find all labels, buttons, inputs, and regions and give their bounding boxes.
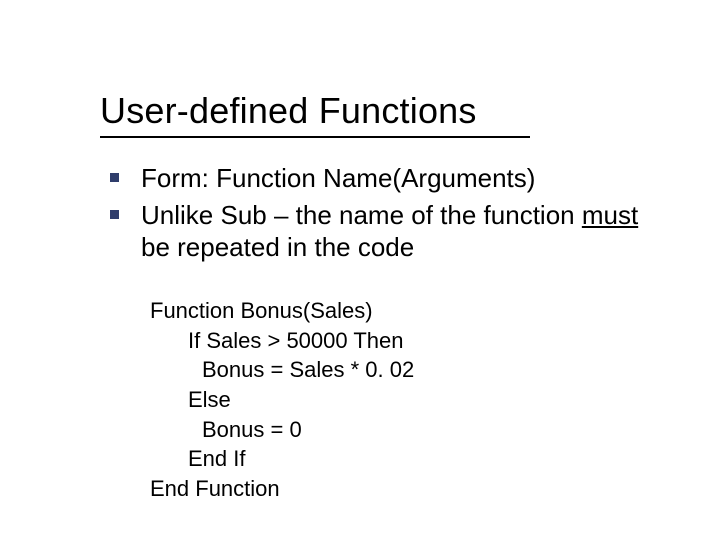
list-item: Unlike Sub – the name of the function mu… [110, 199, 640, 264]
code-line: Else [150, 385, 414, 415]
code-line: Bonus = Sales * 0. 02 [150, 355, 414, 385]
slide-title: User-defined Functions [100, 90, 477, 132]
bullet-text: Form: Function Name(Arguments) [141, 162, 535, 195]
bullet-list: Form: Function Name(Arguments) Unlike Su… [110, 162, 640, 268]
code-line: If Sales > 50000 Then [150, 326, 414, 356]
square-bullet-icon [110, 173, 119, 182]
code-line: End Function [150, 474, 414, 504]
code-line: End If [150, 444, 414, 474]
code-example: Function Bonus(Sales) If Sales > 50000 T… [150, 296, 414, 504]
bullet-text-prefix: Unlike Sub – the name of the function [141, 200, 582, 230]
square-bullet-icon [110, 210, 119, 219]
bullet-text: Unlike Sub – the name of the function mu… [141, 199, 640, 264]
code-line: Function Bonus(Sales) [150, 296, 414, 326]
code-line: Bonus = 0 [150, 415, 414, 445]
bullet-text-suffix: be repeated in the code [141, 232, 414, 262]
title-underline [100, 136, 530, 138]
slide: User-defined Functions Form: Function Na… [0, 0, 720, 540]
bullet-text-underlined: must [582, 200, 638, 230]
list-item: Form: Function Name(Arguments) [110, 162, 640, 195]
